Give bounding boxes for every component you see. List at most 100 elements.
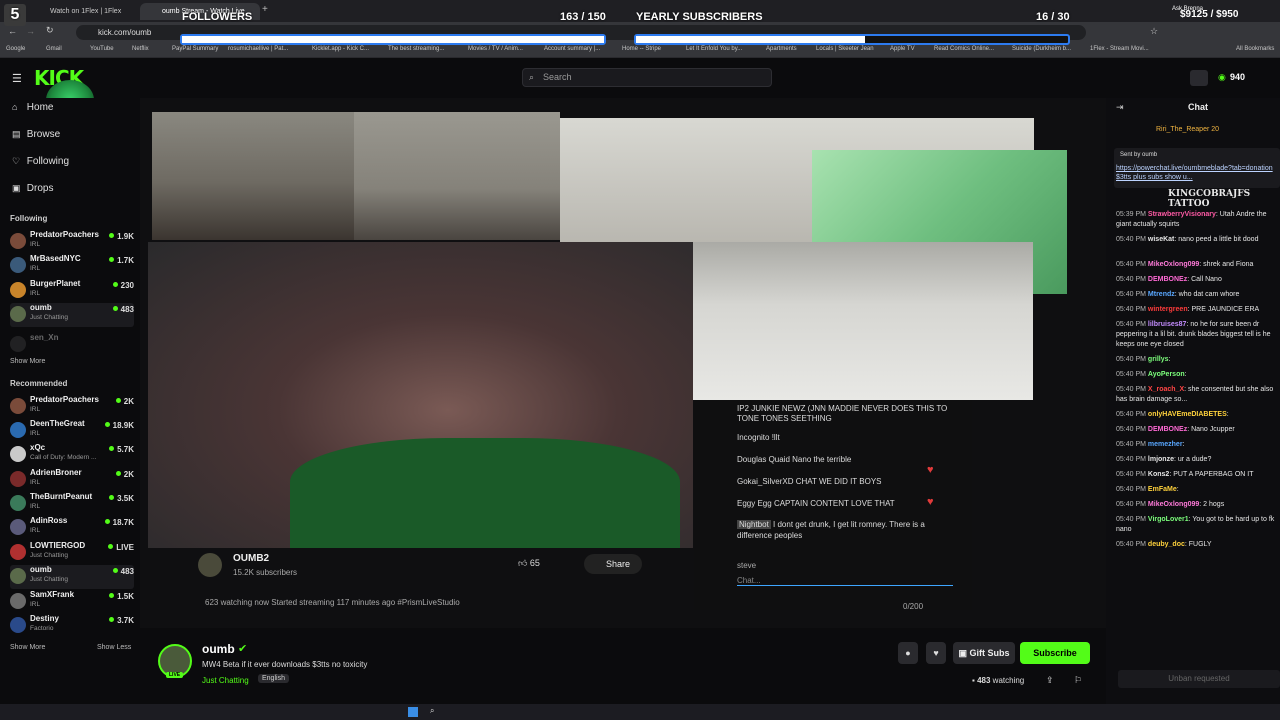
bookmark[interactable]: Kicklet.app - Kick C... [312,46,369,52]
channel-item[interactable]: LOWTIERGOD Just Chatting LIVE [10,541,134,565]
pinned-link[interactable]: https://powerchat.live/oumbmeblade?tab=d… [1116,164,1276,182]
yt-channel-avatar [198,553,222,577]
chat-username[interactable]: lmjonze [1148,456,1174,463]
chat-username[interactable]: DEMBONEz [1148,276,1187,283]
chat-username[interactable]: grillys [1148,356,1169,363]
streamer-name[interactable]: oumb [202,642,235,656]
forward-icon[interactable]: → [26,26,35,36]
chat-username[interactable]: wiseKat [1148,236,1174,243]
chat-username[interactable]: deuby_doc [1148,541,1185,548]
chat-username[interactable]: MikeOxlong099 [1148,261,1199,268]
bookmark[interactable]: Apartments [766,46,797,52]
avatar [10,471,26,487]
channel-item[interactable]: PredatorPoachers IRL 1.9K [10,230,134,254]
chat-username[interactable]: Kons2 [1148,471,1169,478]
points-count: 940 [1230,72,1246,82]
chat-username[interactable]: onlyHAVEmeDIABETES [1148,411,1227,418]
language-tag[interactable]: English [258,674,289,683]
channel-item[interactable]: DeenTheGreat IRL 18.9K [10,419,134,443]
heart-icon: ♡ [12,156,21,166]
channel-item[interactable]: MrBasedNYC IRL 1.7K [10,254,134,278]
nav-browse[interactable]: ▤ Browse [12,129,60,140]
bookmark[interactable]: rosumichaellive | Pat... [228,46,288,52]
chat-username[interactable]: MikeOxlong099 [1148,501,1199,508]
os-taskbar: ⌕ [0,704,1280,720]
channel-item-offline[interactable]: sen_Xn [10,333,134,357]
avatar [10,257,26,273]
browser-tab[interactable]: Watch on 1Flex | 1Flex [28,3,138,20]
chat-username[interactable]: EmFaMe [1148,486,1177,493]
yt-share-button[interactable]: Share [584,554,642,574]
nav-home[interactable]: ⌂ Home [12,102,53,113]
report-icon[interactable]: ⚐ [1074,675,1082,686]
share-icon[interactable]: ⇪ [1046,675,1054,686]
channel-item[interactable]: PredatorPoachers IRL 2K [10,395,134,419]
chat-message: 05:40 PM Mtrendz: who dat cam whore [1116,290,1280,300]
bookmark[interactable]: The best streaming... [388,46,444,52]
chat-username[interactable]: Mtrendz [1148,291,1175,298]
bookmark[interactable]: All Bookmarks [1236,46,1274,52]
search-icon: ⌕ [529,72,535,82]
chat-username[interactable]: lilbruises87 [1148,321,1187,328]
bookmark[interactable]: YouTube [90,46,114,52]
bookmark[interactable]: Let It Enfold You by... [686,46,742,52]
bookmark[interactable]: Home -- Stripe [622,46,661,52]
channel-item[interactable]: SamXFrank IRL 1.5K [10,590,134,614]
unban-requested-button[interactable]: Unban requested [1118,670,1280,688]
gift-subs-button[interactable]: ▣ Gift Subs [953,642,1015,664]
nav-following[interactable]: ♡ Following [12,156,69,167]
bookmark[interactable]: Google [6,46,25,52]
channel-item[interactable]: AdrienBroner IRL 2K [10,468,134,492]
collapse-chat-icon[interactable]: ⇥ [1116,102,1124,113]
nav-drops[interactable]: ▣ Drops [12,183,53,194]
chat-username[interactable]: AyoPerson [1148,371,1185,378]
yt-chat-input[interactable]: Chat... [737,576,953,586]
show-less-recommended[interactable]: Show Less [97,644,131,651]
menu-icon[interactable]: ☰ [12,72,22,85]
video-player[interactable]: IP2 JUNKIE NEWZ (JNN MADDIE NEVER DOES T… [140,98,1106,628]
reload-icon[interactable]: ↻ [46,25,54,36]
avatar [10,544,26,560]
follow-heart-icon[interactable]: ♥ [926,642,946,664]
chat-username[interactable]: StrawberryVisionary [1148,211,1216,218]
bookmark[interactable]: 1Flex - Stream Movi... [1090,46,1149,52]
channel-item[interactable]: BurgerPlanet IRL 230 [10,279,134,303]
bookmark[interactable]: Read Comics Online... [934,46,994,52]
bookmark[interactable]: Suicide (Durkheim b... [1012,46,1071,52]
layout-toggle-icon[interactable] [1190,70,1208,86]
chat-timestamp: 05:40 PM [1116,356,1148,363]
show-more-following[interactable]: Show More [10,358,45,365]
channel-item-active[interactable]: oumb Just Chatting 483 [10,303,134,327]
bookmark[interactable]: Movies / TV / Anim... [468,46,523,52]
chat-username[interactable]: VirgoLover1 [1148,516,1189,523]
new-tab-icon[interactable]: + [262,4,268,15]
chat-username[interactable]: DEMBONEz [1148,426,1187,433]
channel-item[interactable]: xQc Call of Duty: Modern ... 5.7K [10,443,134,467]
subscribe-button[interactable]: Subscribe [1020,642,1090,664]
bookmark[interactable]: PayPal Summary [172,46,218,52]
channel-item-active[interactable]: oumb Just Chatting 483 [10,565,134,589]
bookmark[interactable]: Netflix [132,46,149,52]
show-more-recommended[interactable]: Show More [10,644,45,651]
bookmark[interactable]: Account summary |... [544,46,600,52]
chat-username[interactable]: memezher [1148,441,1183,448]
channel-name: xQc [30,443,46,452]
chat-username[interactable]: X_roach_X [1148,386,1184,393]
bookmark[interactable]: Gmail [46,46,62,52]
channel-item[interactable]: Destiny Factorio 3.7K [10,614,134,638]
bookmark[interactable]: Locals | Skeeter Jean [816,46,874,52]
stream-category[interactable]: Just Chatting [202,676,249,685]
windows-start-icon[interactable] [408,707,418,717]
star-icon[interactable]: ☆ [1150,26,1158,37]
back-icon[interactable]: ← [8,26,17,36]
notification-bell-icon[interactable]: ● [898,642,918,664]
channel-item[interactable]: AdinRoss IRL 18.7K [10,516,134,540]
chat-message: 05:40 PM MikeOxlong099: shrek and Fiona [1116,260,1280,270]
taskbar-search[interactable]: ⌕ [430,706,434,716]
yt-like-button[interactable]: 👍︎ 65 [490,558,574,572]
channel-item[interactable]: TheBurntPeanut IRL 3.5K [10,492,134,516]
chat-username[interactable]: wintergreen [1148,306,1188,313]
search-input[interactable]: Search [522,68,772,87]
bookmark[interactable]: Apple TV [890,46,915,52]
subs-label: YEARLY SUBSCRIBERS [636,11,763,23]
